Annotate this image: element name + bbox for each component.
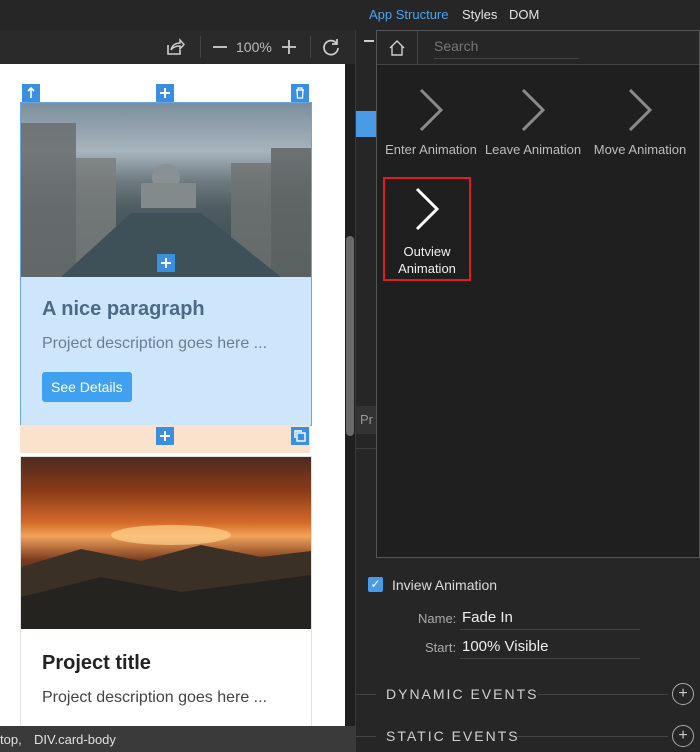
- share-icon: [167, 38, 185, 55]
- canvas-toolbar: 100%: [0, 0, 355, 64]
- add-below-handle[interactable]: [156, 427, 174, 445]
- zoom-in-button[interactable]: [277, 34, 301, 60]
- card-description: Project description goes here ...: [42, 689, 268, 706]
- home-button[interactable]: [377, 31, 418, 64]
- toolbar-separator: [310, 36, 311, 58]
- toolbar-separator: [200, 36, 201, 58]
- share-button[interactable]: [162, 34, 188, 60]
- leave-animation-item[interactable]: Leave Animation: [483, 86, 583, 157]
- venice-illustration: [21, 123, 311, 277]
- item-label-line1: Outview: [403, 244, 451, 259]
- animation-picker-popup: Search Enter Animation Leave Animation M…: [376, 30, 700, 558]
- sunset-image: [21, 457, 311, 629]
- behind-panel-text: Pr: [356, 406, 376, 434]
- home-icon: [389, 39, 405, 56]
- outview-animation-item[interactable]: Outview Animation: [383, 177, 471, 281]
- enter-animation-item[interactable]: Enter Animation: [381, 86, 481, 157]
- card-title: Project title: [42, 652, 151, 674]
- chevron-right-icon: [415, 187, 440, 231]
- name-label: Name:: [418, 611, 457, 626]
- card-title: A nice paragraph: [42, 298, 205, 320]
- breadcrumb-item[interactable]: DIV.card-body: [34, 732, 116, 747]
- static-events-header[interactable]: STATIC EVENTS: [386, 728, 520, 744]
- search-input[interactable]: Search: [434, 38, 579, 59]
- name-underline: [460, 629, 640, 630]
- plus-icon: [161, 258, 171, 268]
- move-animation-item[interactable]: Move Animation: [585, 86, 695, 157]
- item-label: Leave Animation: [484, 142, 582, 157]
- dynamic-events-header[interactable]: DYNAMIC EVENTS: [386, 686, 538, 702]
- popup-header: Search: [377, 31, 699, 65]
- add-static-event-button[interactable]: +: [672, 725, 694, 747]
- card-selected[interactable]: A nice paragraph Project description goe…: [20, 102, 312, 426]
- tab-styles[interactable]: Styles: [462, 7, 497, 22]
- add-inside-handle[interactable]: [157, 254, 175, 272]
- trash-icon: [296, 87, 304, 99]
- refresh-icon: [323, 39, 339, 56]
- status-bar: top, DIV.card-body: [0, 726, 355, 752]
- canvas-top-strip: [0, 0, 355, 31]
- plus-icon: [282, 40, 296, 54]
- sunset-illustration: [21, 525, 311, 629]
- zoom-out-button[interactable]: [208, 34, 232, 60]
- section-line: [356, 694, 376, 695]
- item-label: Enter Animation: [385, 142, 477, 157]
- minus-fragment: [364, 40, 374, 42]
- refresh-button[interactable]: [318, 34, 344, 60]
- chevron-right-icon: [521, 88, 546, 132]
- start-value[interactable]: 100% Visible: [462, 638, 548, 655]
- card[interactable]: Project title Project description goes h…: [20, 456, 312, 726]
- design-canvas[interactable]: A nice paragraph Project description goe…: [0, 64, 345, 726]
- inview-animation-checkbox[interactable]: ✓: [368, 577, 383, 592]
- section-line: [538, 694, 668, 695]
- see-details-button[interactable]: See Details: [42, 372, 132, 402]
- add-dynamic-event-button[interactable]: +: [672, 683, 694, 705]
- start-underline: [460, 658, 640, 659]
- card-description: Project description goes here ...: [42, 335, 268, 352]
- canvas-toolbar-row: 100%: [0, 30, 355, 64]
- section-line: [516, 736, 668, 737]
- item-label-line2: Animation: [398, 261, 456, 276]
- breadcrumb-item[interactable]: top,: [0, 732, 22, 747]
- add-above-handle[interactable]: [156, 84, 174, 102]
- chevron-right-icon: [419, 88, 444, 132]
- outview-item-content: Outview Animation: [385, 185, 469, 277]
- delete-handle[interactable]: [291, 84, 309, 102]
- duplicate-handle[interactable]: [291, 427, 309, 445]
- name-value[interactable]: Fade In: [462, 609, 513, 626]
- canvas-scrollbar-thumb[interactable]: [346, 236, 354, 436]
- section-line: [356, 736, 376, 737]
- inview-animation-label: Inview Animation: [392, 577, 498, 593]
- item-label: Move Animation: [593, 142, 687, 157]
- tab-dom[interactable]: DOM: [509, 7, 539, 22]
- arrow-up-icon: [27, 86, 35, 98]
- start-label: Start:: [425, 640, 457, 655]
- zoom-level: 100%: [236, 39, 272, 55]
- copy-icon: [294, 430, 306, 442]
- behind-panel-accent: [356, 111, 376, 137]
- move-up-handle[interactable]: [22, 84, 40, 102]
- plus-icon: [160, 88, 170, 98]
- behind-panel-line: [356, 448, 376, 449]
- right-panel-tabs: App Structure Styles DOM: [355, 0, 700, 30]
- tab-app-structure[interactable]: App Structure: [369, 7, 449, 22]
- chevron-right-icon: [628, 88, 653, 132]
- minus-icon: [213, 46, 227, 48]
- plus-icon: [160, 431, 170, 441]
- venice-canal-image: [21, 103, 311, 277]
